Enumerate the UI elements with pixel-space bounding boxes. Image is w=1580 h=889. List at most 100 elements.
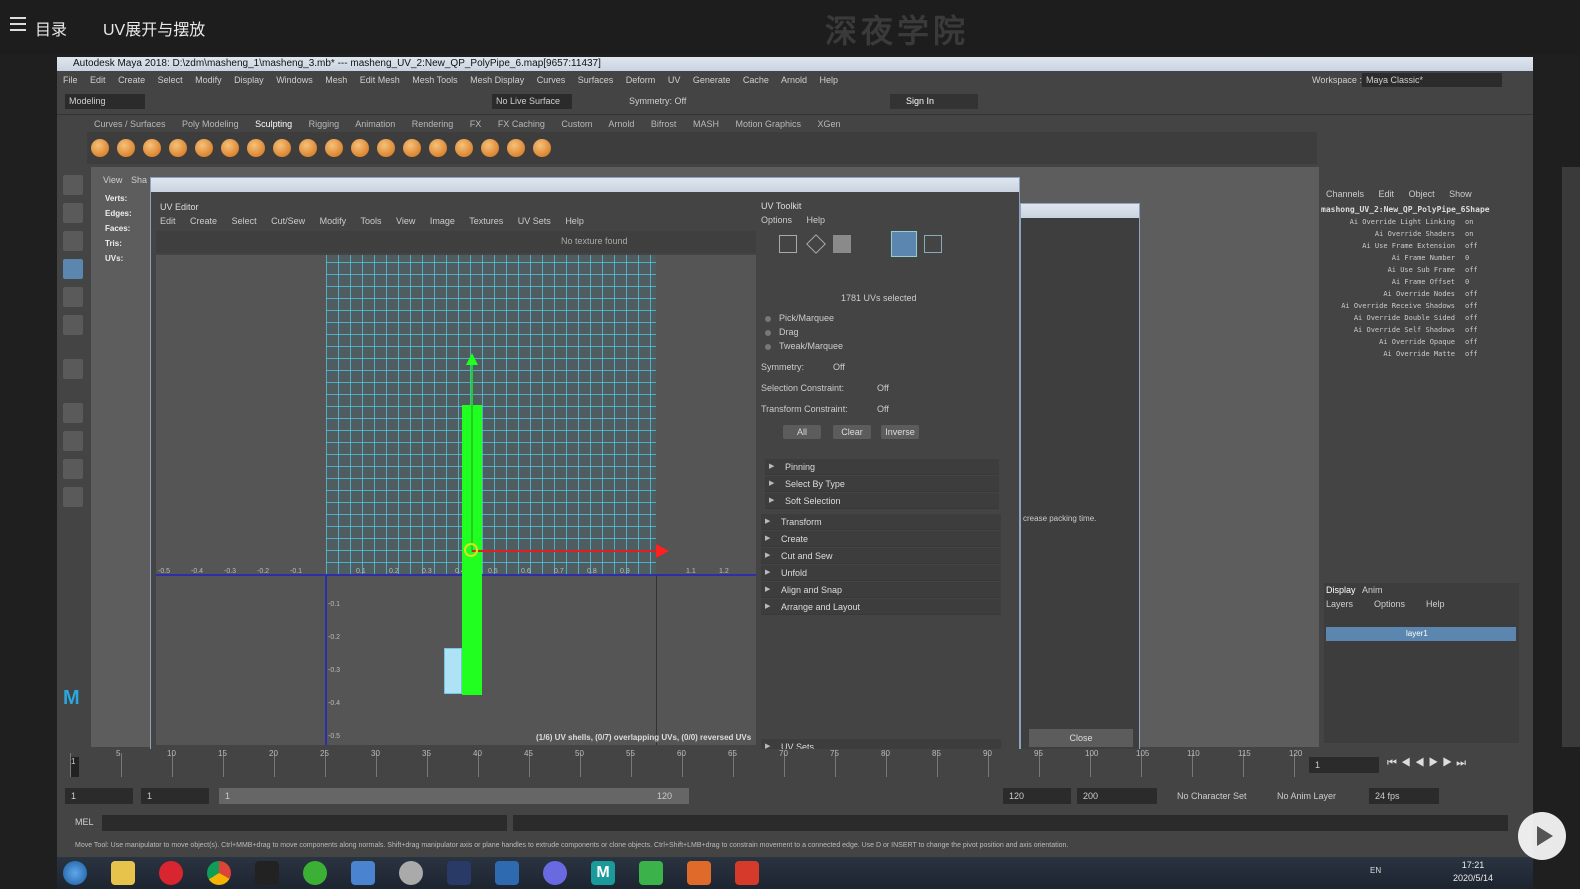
- freeze-tool-icon[interactable]: [533, 139, 551, 157]
- align-and-snap-section[interactable]: Align and Snap: [761, 582, 1001, 598]
- start-button-icon[interactable]: [63, 861, 87, 885]
- pinning-section[interactable]: Pinning: [765, 459, 999, 475]
- menu-edit[interactable]: Edit: [90, 75, 106, 85]
- uv-select-mode-icon[interactable]: [779, 235, 797, 253]
- menu-cache[interactable]: Cache: [743, 75, 769, 85]
- camtasia-green-icon[interactable]: [639, 861, 663, 885]
- qq-icon[interactable]: [255, 861, 279, 885]
- relax-tool-icon[interactable]: [143, 139, 161, 157]
- paint-select-icon[interactable]: [63, 231, 83, 251]
- cb-attr-row[interactable]: Ai Override Receive Shadows off: [1319, 302, 1519, 310]
- shelf-tab-fx[interactable]: FX: [470, 119, 482, 129]
- uv-menu-edit[interactable]: Edit: [160, 216, 176, 226]
- sculpt-tool-icon[interactable]: [91, 139, 109, 157]
- move-manipulator-v-axis[interactable]: [471, 360, 473, 552]
- shelf-tab-xgen[interactable]: XGen: [818, 119, 841, 129]
- menu-surfaces[interactable]: Surfaces: [578, 75, 614, 85]
- cut-and-sew-section[interactable]: Cut and Sew: [761, 548, 1001, 564]
- range-start-field[interactable]: 1: [141, 788, 209, 804]
- cb-attr-row[interactable]: Ai Override Shaders on: [1319, 230, 1519, 238]
- drag-radio[interactable]: Drag: [765, 327, 799, 337]
- uv-menu-select[interactable]: Select: [232, 216, 257, 226]
- unfold-section[interactable]: Unfold: [761, 565, 1001, 581]
- cb-attr-row[interactable]: Ai Override Double Sided off: [1319, 314, 1519, 322]
- four-view-layout-icon[interactable]: [63, 431, 83, 451]
- menu-help[interactable]: Help: [819, 75, 838, 85]
- recorder-app-icon[interactable]: [687, 861, 711, 885]
- maya-taskbar-icon[interactable]: M: [591, 861, 615, 885]
- attr-value[interactable]: on: [1465, 218, 1473, 226]
- menu-generate[interactable]: Generate: [693, 75, 731, 85]
- pick-marquee-radio[interactable]: Pick/Marquee: [765, 313, 834, 323]
- feather-app-icon[interactable]: [351, 861, 375, 885]
- arrange-and-layout-section[interactable]: Arrange and Layout: [761, 599, 1001, 615]
- select-tool-icon[interactable]: [63, 175, 83, 195]
- transform-section[interactable]: Transform: [761, 514, 1001, 530]
- shelf-tab-fx-caching[interactable]: FX Caching: [498, 119, 545, 129]
- layer-menu-layers[interactable]: Layers: [1326, 599, 1353, 609]
- menu-uv[interactable]: UV: [668, 75, 681, 85]
- cb-attr-row[interactable]: Ai Frame Number 0: [1319, 254, 1519, 262]
- outliner-layout-icon[interactable]: [63, 487, 83, 507]
- uv-menu-cut-sew[interactable]: Cut/Sew: [271, 216, 305, 226]
- browser-app-icon[interactable]: [543, 861, 567, 885]
- scale-tool-icon[interactable]: [63, 315, 83, 335]
- tweak-marquee-radio[interactable]: Tweak/Marquee: [765, 341, 843, 351]
- attr-value[interactable]: 0: [1465, 254, 1469, 262]
- repeat-tool-icon[interactable]: [299, 139, 317, 157]
- uv-menu-create[interactable]: Create: [190, 216, 217, 226]
- shelf-tab-motion-graphics[interactable]: Motion Graphics: [735, 119, 801, 129]
- range-slider[interactable]: 1 120: [219, 788, 689, 804]
- shelf-tab-rigging[interactable]: Rigging: [309, 119, 340, 129]
- input-language[interactable]: EN: [1370, 866, 1381, 875]
- fill-tool-icon[interactable]: [403, 139, 421, 157]
- menu-arnold[interactable]: Arnold: [781, 75, 807, 85]
- menu-select[interactable]: Select: [158, 75, 183, 85]
- file-explorer-icon[interactable]: [111, 861, 135, 885]
- uv-select-component-icon[interactable]: [891, 231, 917, 257]
- symmetry-value[interactable]: Off: [833, 362, 845, 372]
- imprint-tool-icon[interactable]: [325, 139, 343, 157]
- current-time-field[interactable]: 1: [1309, 757, 1379, 773]
- menu-windows[interactable]: Windows: [276, 75, 313, 85]
- time-slider[interactable]: 1 5 10 15 20 25 30 35 40 45 50 55 60 65 …: [57, 749, 1533, 785]
- viewport-shading-menu[interactable]: Sha: [131, 175, 147, 185]
- bulge-tool-icon[interactable]: [481, 139, 499, 157]
- manipulator-center-icon[interactable]: [464, 543, 478, 557]
- attr-value[interactable]: off: [1465, 314, 1478, 322]
- layer-menu-help[interactable]: Help: [1426, 599, 1445, 609]
- lasso-tool-icon[interactable]: [63, 203, 83, 223]
- uv-shell-small[interactable]: [444, 648, 462, 694]
- v-arrow-icon[interactable]: [466, 353, 478, 365]
- menu-modify[interactable]: Modify: [195, 75, 222, 85]
- shelf-tab-arnold[interactable]: Arnold: [608, 119, 634, 129]
- uv-grid-area[interactable]: -0.5 -0.4 -0.3 -0.2 -0.1 0.1 0.2 0.3 0.4…: [156, 255, 756, 745]
- menu-edit-mesh[interactable]: Edit Mesh: [360, 75, 400, 85]
- scrape-tool-icon[interactable]: [377, 139, 395, 157]
- menu-curves[interactable]: Curves: [537, 75, 566, 85]
- single-perspective-layout-icon[interactable]: [63, 403, 83, 423]
- last-tool-icon[interactable]: [63, 359, 83, 379]
- toolkit-menu-options[interactable]: Options: [761, 215, 792, 225]
- attr-value[interactable]: off: [1465, 350, 1478, 358]
- shelf-tab-mash[interactable]: MASH: [693, 119, 719, 129]
- menu-create[interactable]: Create: [118, 75, 145, 85]
- cb-menu-edit[interactable]: Edit: [1379, 189, 1395, 199]
- uv-menu-tools[interactable]: Tools: [360, 216, 381, 226]
- tab-anim[interactable]: Anim: [1362, 585, 1383, 595]
- cb-attr-row[interactable]: Ai Override Nodes off: [1319, 290, 1519, 298]
- layer-row-layer1[interactable]: layer1: [1326, 627, 1516, 641]
- uv-menu-view[interactable]: View: [396, 216, 415, 226]
- attr-value[interactable]: off: [1465, 338, 1478, 346]
- transform-constraint-value[interactable]: Off: [877, 404, 889, 414]
- pinch-tool-icon[interactable]: [195, 139, 213, 157]
- layer-menu-options[interactable]: Options: [1374, 599, 1405, 609]
- tab-display[interactable]: Display: [1326, 585, 1356, 595]
- flatten-tool-icon[interactable]: [221, 139, 239, 157]
- fox-app-icon[interactable]: [399, 861, 423, 885]
- spray-tool-icon[interactable]: [273, 139, 291, 157]
- shelf-tab-poly-modeling[interactable]: Poly Modeling: [182, 119, 239, 129]
- shelf-tab-bifrost[interactable]: Bifrost: [651, 119, 677, 129]
- cb-attr-row[interactable]: Ai Use Sub Frame off: [1319, 266, 1519, 274]
- shelf-tab-custom[interactable]: Custom: [561, 119, 592, 129]
